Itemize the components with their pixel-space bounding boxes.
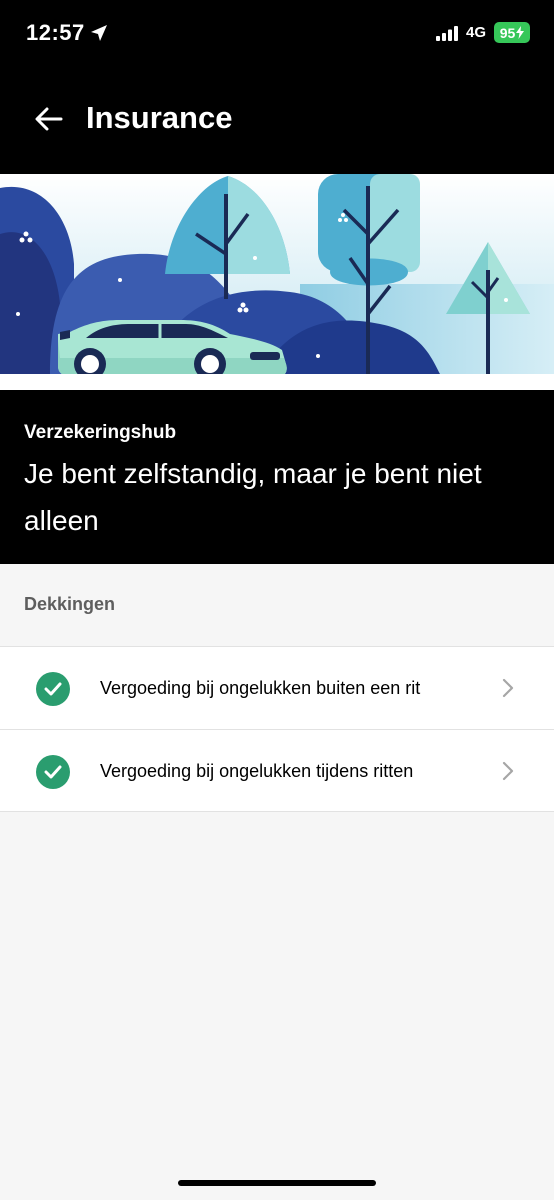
- chevron-right-icon: [502, 761, 514, 781]
- coverage-item-label: Vergoeding bij ongelukken tijdens ritten: [100, 761, 414, 781]
- car-trees-illustration: [0, 174, 554, 390]
- hero-banner: [0, 174, 554, 390]
- coverage-item-on-trip[interactable]: Vergoeding bij ongelukken tijdens ritten: [0, 729, 554, 812]
- status-time: 12:57: [26, 20, 85, 45]
- nav-bar: Insurance: [0, 72, 554, 174]
- coverage-list: Vergoeding bij ongelukken buiten een rit…: [0, 646, 554, 812]
- coverage-item-label: Vergoeding bij ongelukken buiten een rit: [100, 678, 421, 698]
- back-button[interactable]: [28, 98, 70, 140]
- status-bar: 12:57 4G 95: [0, 0, 554, 72]
- arrow-left-icon: [35, 107, 63, 131]
- coverages-section-header: Dekkingen: [0, 564, 554, 646]
- check-circle-icon: [36, 672, 70, 706]
- banner-headline: Je bent zelfstandig, maar je bent niet a…: [24, 458, 482, 536]
- chevron-right-icon: [502, 678, 514, 698]
- home-indicator[interactable]: [178, 1180, 376, 1186]
- section-title: Dekkingen: [24, 594, 116, 614]
- coverage-item-off-trip[interactable]: Vergoeding bij ongelukken buiten een rit: [0, 646, 554, 729]
- check-circle-icon: [36, 755, 70, 789]
- battery-level: 95: [499, 24, 516, 41]
- battery-charging-icon: [516, 26, 525, 39]
- hub-banner: Verzekeringshub Je bent zelfstandig, maa…: [0, 390, 554, 564]
- signal-bars-icon: [436, 26, 458, 41]
- location-arrow-icon: [91, 25, 107, 41]
- battery-indicator: 95: [494, 22, 530, 43]
- page-title: Insurance: [86, 100, 233, 135]
- network-label: 4G: [466, 24, 487, 41]
- banner-eyebrow: Verzekeringshub: [24, 422, 177, 443]
